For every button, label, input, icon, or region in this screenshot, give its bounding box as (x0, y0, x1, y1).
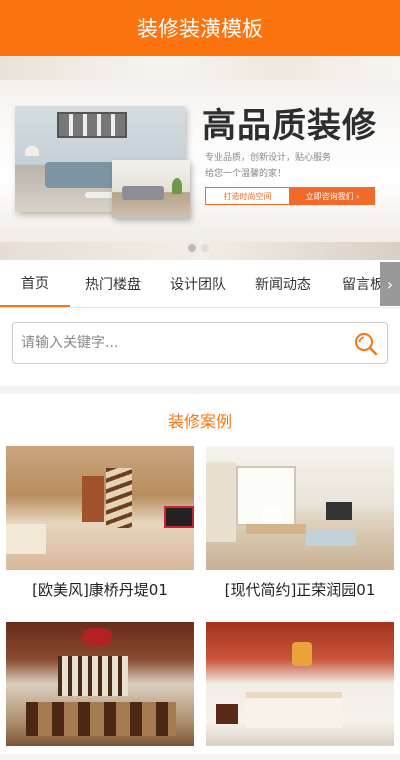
wall-frames (57, 112, 127, 138)
consult-now-button[interactable]: 立即咨询我们 › (290, 187, 375, 205)
case-caption[interactable]: [欧美风]康桥丹堤01 (6, 570, 194, 608)
carousel-dot[interactable] (188, 244, 196, 252)
section-divider (0, 386, 400, 394)
case-grid: [欧美风]康桥丹堤01 [现代简约]正荣润园01 (0, 446, 400, 754)
case-image[interactable] (206, 446, 394, 570)
app-header: 装修装潢模板 (0, 0, 400, 56)
search-section (0, 308, 400, 386)
cases-section: 装修案例 [欧美风]康桥丹堤01 [现代简约]正荣润园01 (0, 394, 400, 754)
chevron-right-icon: › (386, 274, 394, 294)
staircase (106, 468, 132, 528)
sofa (306, 530, 356, 546)
search-icon[interactable] (353, 331, 379, 357)
search-box (12, 322, 388, 364)
carousel-dots (188, 244, 209, 252)
carousel-dot[interactable] (201, 244, 209, 252)
case-card[interactable] (6, 622, 194, 754)
section-title: 装修案例 (167, 412, 232, 431)
lamp (25, 146, 39, 156)
nightstand (216, 704, 238, 724)
ceiling-lamp (292, 642, 312, 666)
nav-item-design-team[interactable]: 设计团队 (156, 260, 240, 307)
nav-item-hot-properties[interactable]: 热门楼盘 (70, 260, 156, 307)
wooden-screen (58, 656, 128, 696)
tv (326, 502, 352, 520)
search-input[interactable] (13, 323, 343, 363)
nav-item-home[interactable]: 首页 (0, 260, 70, 307)
bed (246, 692, 342, 728)
nav-item-news[interactable]: 新闻动态 (240, 260, 326, 307)
lantern (82, 628, 112, 646)
banner-headline: 高品质装修 (202, 106, 377, 146)
banner-subtitle-2: 给您一个温馨的家！ (205, 169, 287, 179)
tv (164, 506, 194, 528)
banner-small-room-image (112, 160, 190, 218)
door (82, 476, 104, 522)
plant (172, 178, 182, 194)
sofa (6, 524, 46, 554)
case-card[interactable]: [欧美风]康桥丹堤01 (6, 446, 194, 622)
create-space-button[interactable]: 打造时尚空间 (205, 187, 290, 205)
sofa (122, 186, 164, 200)
main-nav: 首页 热门楼盘 设计团队 新闻动态 留言板 › (0, 260, 400, 308)
banner-subtitle-1: 专业品质，创新设计，贴心服务 (205, 153, 332, 163)
dining-table (246, 524, 306, 534)
nav-scroll-button[interactable]: › (380, 262, 400, 306)
page-title: 装修装潢模板 (137, 17, 263, 41)
hero-banner[interactable]: 高品质装修 专业品质，创新设计，贴心服务 给您一个温馨的家！ 打造时尚空间 立即… (0, 56, 400, 260)
case-image[interactable] (6, 446, 194, 570)
case-caption[interactable] (6, 746, 194, 754)
case-caption[interactable]: [现代简约]正荣润园01 (206, 570, 394, 608)
banner-background-window (0, 56, 400, 80)
chairs (26, 702, 176, 736)
flowers (262, 504, 282, 522)
case-caption[interactable] (206, 746, 394, 754)
case-image[interactable] (6, 622, 194, 746)
case-image[interactable] (206, 622, 394, 746)
curtain (206, 462, 236, 542)
case-card[interactable]: [现代简约]正荣润园01 (206, 446, 394, 622)
case-card[interactable] (206, 622, 394, 754)
